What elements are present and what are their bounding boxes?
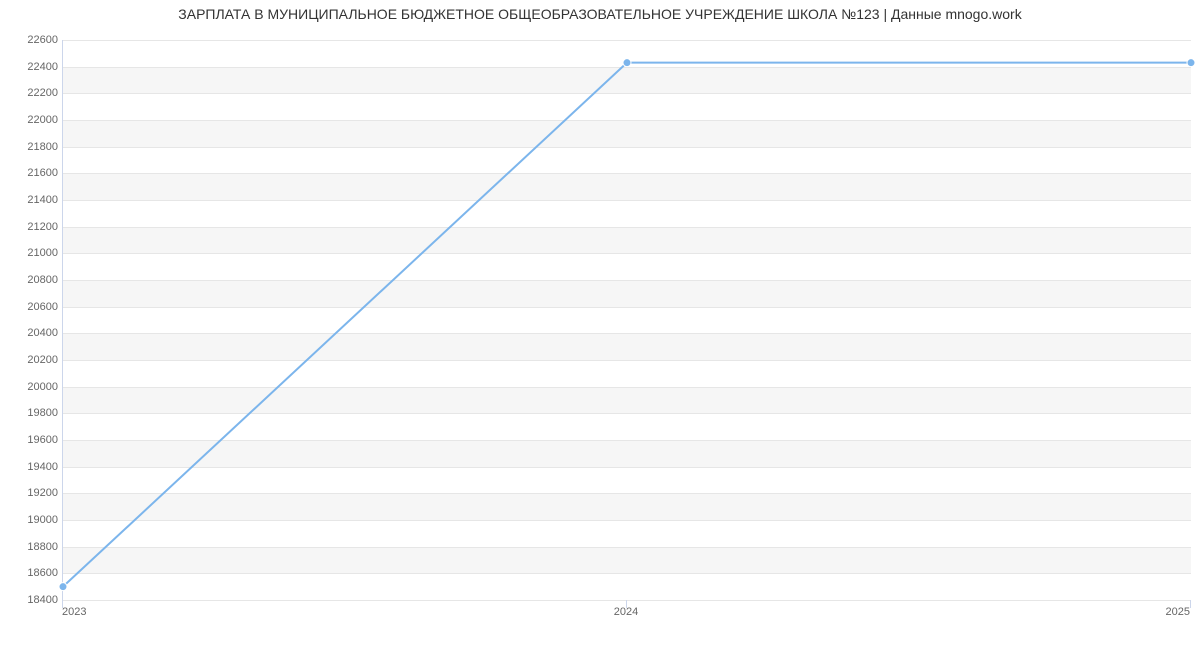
y-tick-label: 22600 bbox=[8, 34, 58, 46]
chart-title: ЗАРПЛАТА В МУНИЦИПАЛЬНОЕ БЮДЖЕТНОЕ ОБЩЕО… bbox=[0, 6, 1200, 22]
y-tick-label: 20000 bbox=[8, 381, 58, 393]
x-tick-label: 2025 bbox=[1166, 606, 1190, 618]
y-tick-label: 19000 bbox=[8, 514, 58, 526]
x-tick-mark bbox=[626, 600, 627, 608]
y-tick-label: 20200 bbox=[8, 354, 58, 366]
y-tick-label: 21200 bbox=[8, 221, 58, 233]
y-gridline bbox=[63, 600, 1191, 601]
y-tick-label: 21600 bbox=[8, 167, 58, 179]
y-tick-label: 21400 bbox=[8, 194, 58, 206]
y-tick-label: 21800 bbox=[8, 141, 58, 153]
x-tick-mark bbox=[62, 600, 63, 608]
salary-line-chart: ЗАРПЛАТА В МУНИЦИПАЛЬНОЕ БЮДЖЕТНОЕ ОБЩЕО… bbox=[0, 0, 1200, 650]
y-tick-label: 22400 bbox=[8, 61, 58, 73]
plot-area bbox=[62, 40, 1191, 601]
y-tick-label: 21000 bbox=[8, 247, 58, 259]
y-tick-label: 19400 bbox=[8, 461, 58, 473]
y-tick-label: 20600 bbox=[8, 301, 58, 313]
y-tick-label: 19600 bbox=[8, 434, 58, 446]
y-tick-label: 19200 bbox=[8, 487, 58, 499]
data-point[interactable] bbox=[623, 59, 631, 67]
data-point[interactable] bbox=[59, 583, 67, 591]
y-tick-label: 19800 bbox=[8, 407, 58, 419]
y-tick-label: 20800 bbox=[8, 274, 58, 286]
data-points bbox=[63, 40, 1191, 600]
x-tick-mark bbox=[1190, 600, 1191, 608]
y-tick-label: 18800 bbox=[8, 541, 58, 553]
y-tick-label: 18600 bbox=[8, 567, 58, 579]
y-tick-label: 20400 bbox=[8, 327, 58, 339]
x-tick-label: 2023 bbox=[62, 606, 86, 618]
y-tick-label: 18400 bbox=[8, 594, 58, 606]
y-tick-label: 22200 bbox=[8, 87, 58, 99]
y-tick-label: 22000 bbox=[8, 114, 58, 126]
data-point[interactable] bbox=[1187, 59, 1195, 67]
